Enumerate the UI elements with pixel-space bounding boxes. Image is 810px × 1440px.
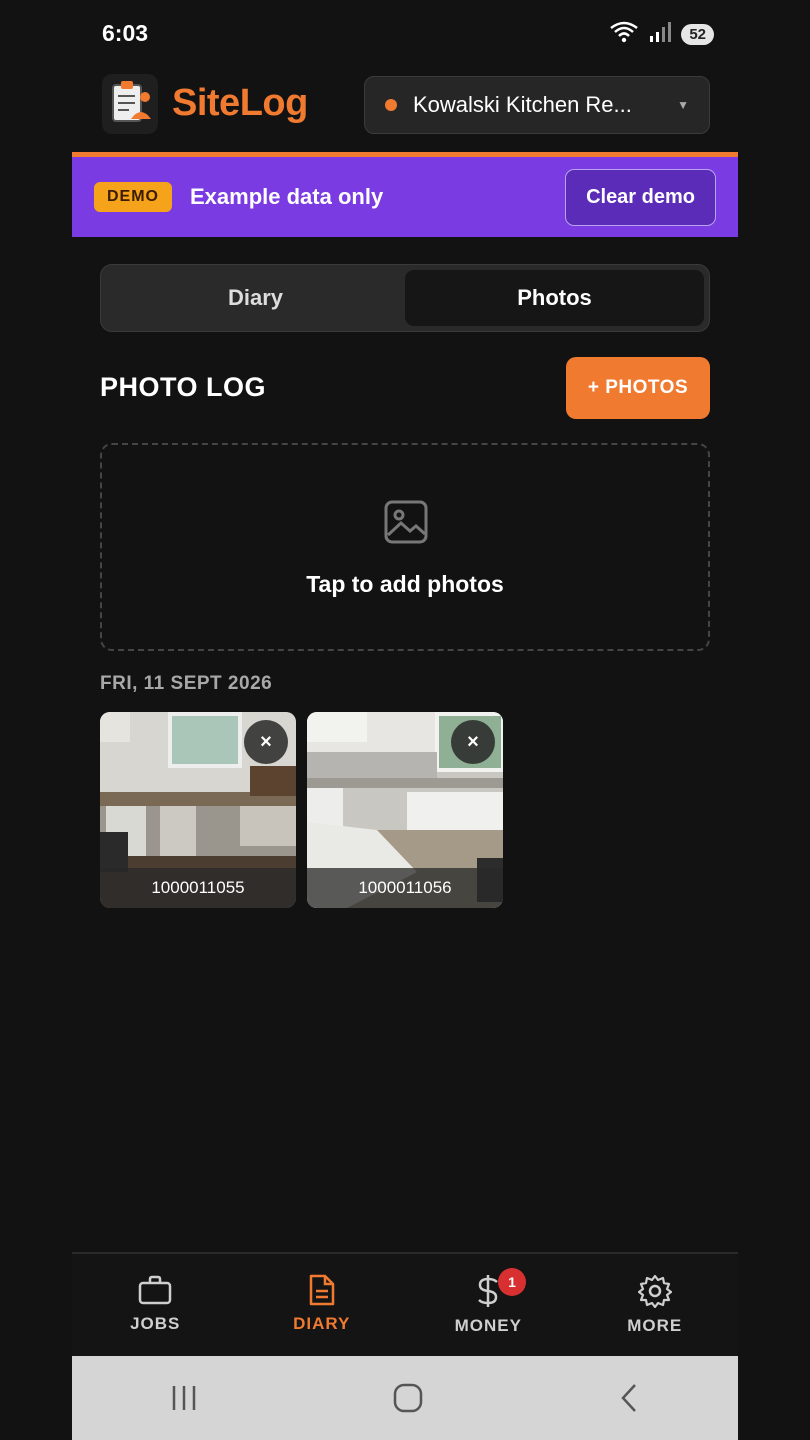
app-header: SiteLog Kowalski Kitchen Re... ▼	[72, 70, 738, 154]
image-icon	[384, 500, 428, 544]
bottom-nav: JOBS DIARY 1 MONEY MORE	[72, 1252, 738, 1356]
nav-item-diary[interactable]: DIARY	[239, 1254, 406, 1356]
home-icon[interactable]	[392, 1382, 424, 1414]
nav-label-diary: DIARY	[293, 1314, 351, 1333]
signal-icon	[649, 21, 672, 48]
wifi-icon	[609, 20, 639, 49]
system-nav-bar	[72, 1356, 738, 1440]
recents-icon[interactable]	[169, 1383, 199, 1413]
app-logo-icon	[102, 74, 158, 134]
nav-item-more[interactable]: MORE	[572, 1254, 739, 1356]
gear-icon	[637, 1274, 672, 1308]
photo-thumbnail[interactable]: × 1000011055	[100, 712, 296, 908]
view-tabs: Diary Photos	[100, 264, 710, 332]
photo-caption: 1000011056	[307, 868, 503, 908]
page-title: PHOTO LOG	[100, 372, 267, 402]
briefcase-icon	[139, 1275, 172, 1305]
demo-text: Example data only	[190, 184, 384, 209]
status-icons: 52	[609, 20, 714, 49]
add-photos-button[interactable]: + PHOTOS	[566, 357, 710, 419]
app-name: SiteLog	[172, 82, 308, 124]
nav-item-jobs[interactable]: JOBS	[72, 1254, 239, 1356]
app-screen: 6:03 52 SiteLog Kowalski Kitchen Re... ▼…	[72, 0, 738, 1440]
nav-label-money: MONEY	[454, 1316, 522, 1335]
job-select-value: Kowalski Kitchen Re...	[413, 92, 632, 117]
delete-photo-button[interactable]: ×	[451, 720, 495, 764]
demo-tag: DEMO	[94, 182, 172, 212]
tab-diary[interactable]: Diary	[106, 270, 405, 326]
job-selector[interactable]: Kowalski Kitchen Re... ▼	[364, 76, 710, 134]
tab-photos[interactable]: Photos	[405, 270, 704, 326]
battery-indicator: 52	[681, 24, 714, 45]
nav-item-money[interactable]: 1 MONEY	[405, 1254, 572, 1356]
chevron-down-icon: ▼	[677, 98, 689, 112]
photo-dropzone[interactable]: Tap to add photos	[100, 443, 710, 651]
document-icon	[309, 1274, 334, 1306]
photo-group-date: FRI, 11 SEPT 2026	[100, 673, 273, 694]
dropzone-text: Tap to add photos	[306, 571, 504, 597]
photo-thumbnail[interactable]: × 1000011056	[307, 712, 503, 908]
demo-banner: DEMO Example data only Clear demo	[72, 157, 738, 237]
delete-photo-button[interactable]: ×	[244, 720, 288, 764]
clear-demo-button[interactable]: Clear demo	[565, 168, 716, 226]
nav-label-jobs: JOBS	[130, 1314, 181, 1333]
status-time: 6:03	[102, 20, 149, 46]
status-bar: 6:03 52	[72, 0, 738, 70]
photo-caption: 1000011055	[100, 868, 296, 908]
money-badge: 1	[498, 1268, 526, 1296]
back-icon[interactable]	[617, 1382, 641, 1414]
nav-label-more: MORE	[627, 1316, 683, 1335]
job-status-dot	[385, 99, 397, 111]
